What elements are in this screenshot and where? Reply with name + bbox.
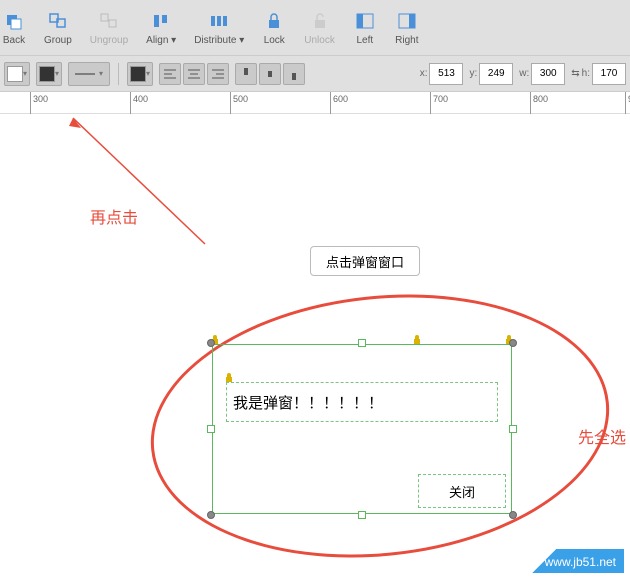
line-color-picker[interactable]: ▾ — [36, 62, 62, 86]
dock-right-label: Right — [395, 35, 418, 46]
align-label: Align ▾ — [146, 35, 176, 46]
style-toolbar: ▾ ▾ ▾ ▾ x: y: w: ⇆ h: — [0, 56, 630, 92]
group-icon — [46, 9, 70, 33]
back-button[interactable]: Back — [2, 9, 26, 46]
ungroup-button[interactable]: Ungroup — [90, 9, 128, 46]
unlock-icon — [308, 9, 332, 33]
line-style-select[interactable]: ▾ — [68, 62, 110, 86]
valign-mid-button[interactable] — [259, 63, 281, 85]
group-label: Group — [44, 35, 72, 46]
text-align-group — [159, 63, 229, 85]
lock-icon — [262, 9, 286, 33]
x-label: x: — [420, 68, 428, 79]
y-input[interactable] — [479, 63, 513, 85]
back-icon — [2, 9, 26, 33]
resize-handle-s[interactable] — [358, 511, 366, 519]
dock-right-button[interactable]: Right — [395, 9, 419, 46]
ungroup-label: Ungroup — [90, 35, 128, 46]
text-color-picker[interactable]: ▾ — [127, 62, 153, 86]
annotation-arrow — [45, 114, 225, 254]
unlock-button[interactable]: Unlock — [304, 9, 335, 46]
distribute-button[interactable]: Distribute ▾ — [194, 9, 244, 46]
resize-handle-nw[interactable] — [207, 339, 215, 347]
close-button-label: 关闭 — [449, 482, 475, 501]
h-label: h: — [582, 68, 590, 79]
h-input[interactable] — [592, 63, 626, 85]
lock-label: Lock — [264, 35, 285, 46]
arrange-toolbar: Back Group Ungroup Align ▾ Distribute ▾ … — [0, 0, 630, 56]
canvas-area[interactable]: 再点击 点击弹窗窗口 先全选 我是弹窗！！！！！！ 关闭 — [0, 114, 630, 579]
watermark: www.jb51.net — [517, 549, 624, 573]
valign-top-button[interactable] — [235, 63, 257, 85]
align-icon — [149, 9, 173, 33]
close-button-widget[interactable]: 关闭 — [418, 474, 506, 508]
fill-color-picker[interactable]: ▾ — [4, 62, 30, 86]
align-button[interactable]: Align ▾ — [146, 9, 176, 46]
vert-align-group — [235, 63, 305, 85]
w-input[interactable] — [531, 63, 565, 85]
w-coord: w: — [519, 63, 565, 85]
annotation-select-all: 先全选 — [578, 424, 626, 448]
back-label: Back — [3, 35, 25, 46]
selected-group[interactable]: 我是弹窗！！！！！！ 关闭 — [212, 344, 512, 514]
popup-trigger-button[interactable]: 点击弹窗窗口 — [310, 246, 420, 276]
ungroup-icon — [97, 9, 121, 33]
align-right-button[interactable] — [207, 63, 229, 85]
resize-handle-se[interactable] — [509, 511, 517, 519]
lock-indicator-icon — [224, 370, 234, 380]
x-input[interactable] — [429, 63, 463, 85]
dock-left-button[interactable]: Left — [353, 9, 377, 46]
resize-handle-w[interactable] — [207, 425, 215, 433]
resize-handle-n[interactable] — [358, 339, 366, 347]
unlock-label: Unlock — [304, 35, 335, 46]
link-wh-icon[interactable]: ⇆ — [571, 68, 579, 79]
x-coord: x: — [420, 63, 464, 85]
dialog-text-content: 我是弹窗！！！！！！ — [233, 392, 383, 413]
y-coord: y: — [469, 63, 513, 85]
align-left-button[interactable] — [159, 63, 181, 85]
distribute-label: Distribute ▾ — [194, 35, 244, 46]
annotation-click-again: 再点击 — [90, 204, 138, 228]
y-label: y: — [469, 68, 477, 79]
lock-indicator-icon — [412, 332, 422, 342]
group-button[interactable]: Group — [44, 9, 72, 46]
dock-left-icon — [353, 9, 377, 33]
dialog-text-widget[interactable]: 我是弹窗！！！！！！ — [226, 382, 498, 422]
align-center-button[interactable] — [183, 63, 205, 85]
lock-button[interactable]: Lock — [262, 9, 286, 46]
horizontal-ruler: 300 400 500 600 700 800 900 — [0, 92, 630, 114]
resize-handle-ne[interactable] — [509, 339, 517, 347]
resize-handle-e[interactable] — [509, 425, 517, 433]
h-coord: ⇆ h: — [571, 63, 626, 85]
dock-left-label: Left — [356, 35, 373, 46]
valign-bot-button[interactable] — [283, 63, 305, 85]
resize-handle-sw[interactable] — [207, 511, 215, 519]
distribute-icon — [207, 9, 231, 33]
separator — [118, 63, 119, 85]
w-label: w: — [519, 68, 529, 79]
dock-right-icon — [395, 9, 419, 33]
